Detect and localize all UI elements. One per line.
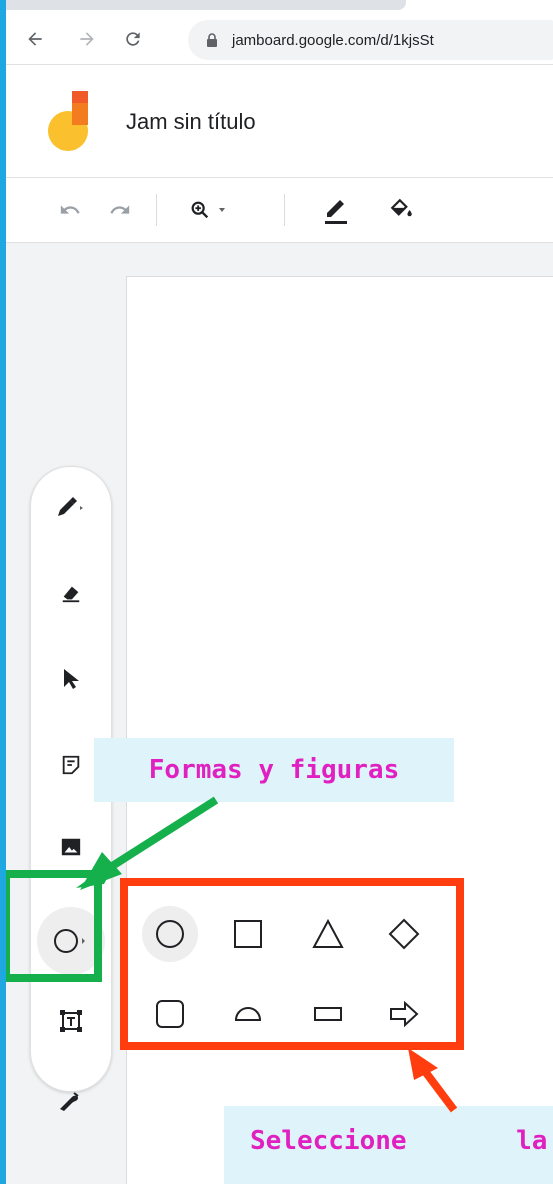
shape-tool-annotation-box [6, 870, 102, 982]
jamboard-logo-icon[interactable] [46, 91, 90, 153]
reload-button[interactable] [118, 24, 148, 54]
select-callout: Seleccione la [224, 1106, 553, 1184]
square-icon [234, 920, 262, 948]
select-tool[interactable] [31, 651, 111, 707]
circle-icon [156, 920, 184, 948]
pen-tool[interactable] [31, 479, 111, 535]
tab-strip [6, 0, 406, 10]
marker-pen-icon [58, 497, 83, 516]
text-box-icon [60, 1010, 82, 1032]
eraser-tool[interactable] [31, 565, 111, 621]
undo-button[interactable] [50, 190, 90, 230]
address-bar[interactable]: jamboard.google.com/d/1kjsSt [188, 20, 553, 60]
rounded-square-icon [156, 1000, 184, 1028]
redo-icon [110, 205, 130, 214]
eraser-icon [62, 586, 80, 603]
document-title[interactable]: Jam sin título [126, 109, 256, 135]
caret-down-icon [219, 208, 225, 212]
reload-icon [126, 32, 140, 46]
forward-button[interactable] [72, 24, 102, 54]
main-toolbar [6, 178, 553, 243]
shapes-callout: Formas y figuras [94, 738, 454, 802]
paint-bucket-icon [390, 198, 412, 217]
undo-icon [60, 205, 80, 214]
add-image-tool[interactable] [31, 819, 111, 875]
shape-rounded-square-option[interactable] [142, 986, 198, 1042]
shapes-callout-text: Formas y figuras [148, 755, 400, 785]
image-icon [61, 838, 81, 856]
browser-toolbar: jamboard.google.com/d/1kjsSt [6, 0, 553, 65]
half-circle-icon [234, 1007, 262, 1021]
pencil-icon [325, 200, 347, 224]
triangle-icon [312, 918, 344, 948]
shape-half-circle-option[interactable] [220, 986, 276, 1042]
select-callout-text: Seleccione la [250, 1126, 548, 1156]
laser-pointer-icon [60, 1092, 79, 1111]
shape-circle-option[interactable] [142, 906, 198, 962]
back-button[interactable] [20, 24, 50, 54]
text-box-tool[interactable] [31, 993, 111, 1049]
lock-icon [204, 32, 220, 48]
background-fill-button[interactable] [382, 190, 422, 230]
shape-arrow-option[interactable] [376, 986, 432, 1042]
pen-color-button[interactable] [316, 190, 356, 230]
shape-rectangle-option[interactable] [300, 986, 356, 1042]
forward-arrow-icon [80, 32, 94, 46]
shape-diamond-option[interactable] [376, 906, 432, 962]
toolbar-divider [156, 194, 157, 226]
laser-tool[interactable] [30, 1074, 110, 1130]
toolbar-divider [284, 194, 285, 226]
back-arrow-icon [28, 32, 42, 46]
zoom-dropdown[interactable] [212, 190, 232, 230]
shapes-panel [120, 878, 464, 1050]
redo-button[interactable] [100, 190, 140, 230]
zoom-in-icon [191, 201, 209, 219]
cursor-arrow-icon [64, 669, 79, 689]
arrow-shape-icon [390, 1000, 419, 1028]
url-text: jamboard.google.com/d/1kjsSt [232, 31, 434, 49]
sticky-note-icon [62, 755, 80, 775]
browser-window: jamboard.google.com/d/1kjsSt Jam sin tít… [6, 0, 553, 1184]
shape-square-option[interactable] [220, 906, 276, 962]
app-header: Jam sin título [6, 65, 553, 178]
shape-triangle-option[interactable] [300, 906, 356, 962]
rectangle-icon [314, 1007, 342, 1021]
diamond-icon [388, 918, 420, 950]
